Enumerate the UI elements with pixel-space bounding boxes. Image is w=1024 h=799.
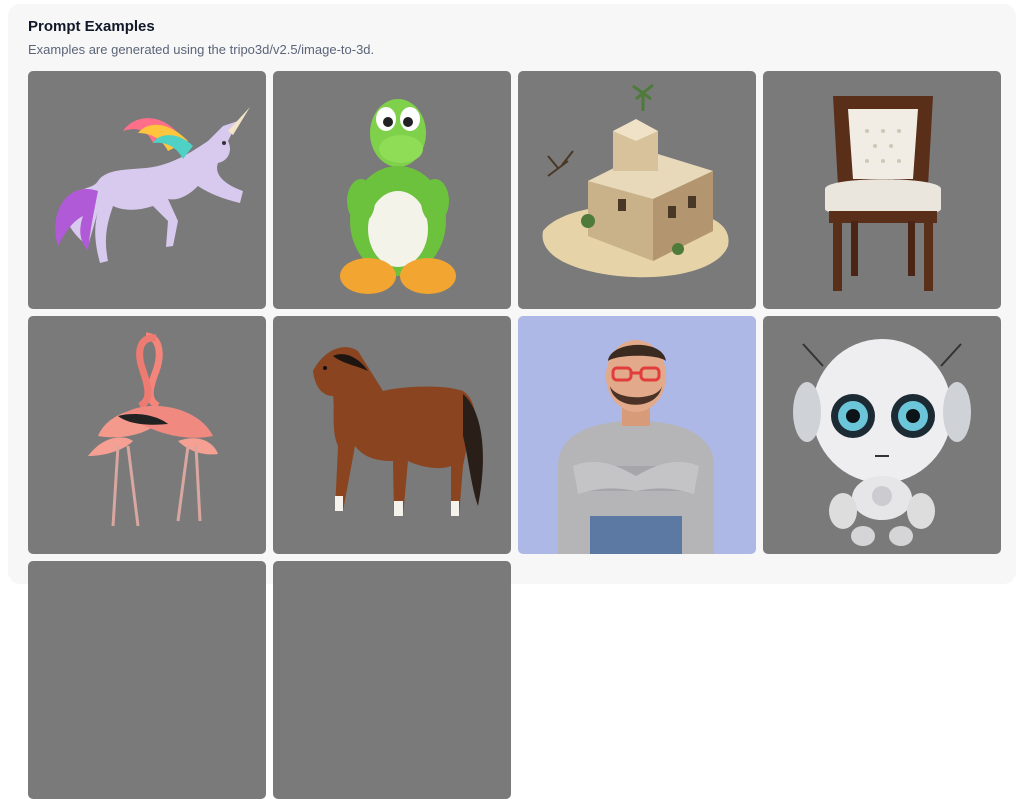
example-tile-plush-dinosaur[interactable] [273, 71, 511, 309]
example-tile[interactable] [28, 561, 266, 799]
section-subtitle: Examples are generated using the tripo3d… [28, 42, 375, 57]
unicorn-icon [55, 107, 250, 263]
example-tile-horse[interactable] [273, 316, 511, 554]
horse-icon [313, 347, 483, 516]
man-avatar-icon [558, 340, 714, 554]
robot-icon [793, 339, 971, 546]
example-tile-desert-house[interactable] [518, 71, 756, 309]
example-tile-robot[interactable] [763, 316, 1001, 554]
example-tile-unicorn[interactable] [28, 71, 266, 309]
example-tile-chair[interactable] [763, 71, 1001, 309]
plush-dinosaur-icon [340, 99, 456, 294]
section-title: Prompt Examples [28, 18, 155, 35]
desert-house-icon [542, 83, 729, 278]
example-tile-flamingos[interactable] [28, 316, 266, 554]
flamingos-icon [88, 332, 218, 527]
examples-grid [28, 71, 1002, 799]
example-tile[interactable] [273, 561, 511, 799]
example-tile-man-avatar[interactable] [518, 316, 756, 554]
chair-icon [825, 96, 941, 291]
